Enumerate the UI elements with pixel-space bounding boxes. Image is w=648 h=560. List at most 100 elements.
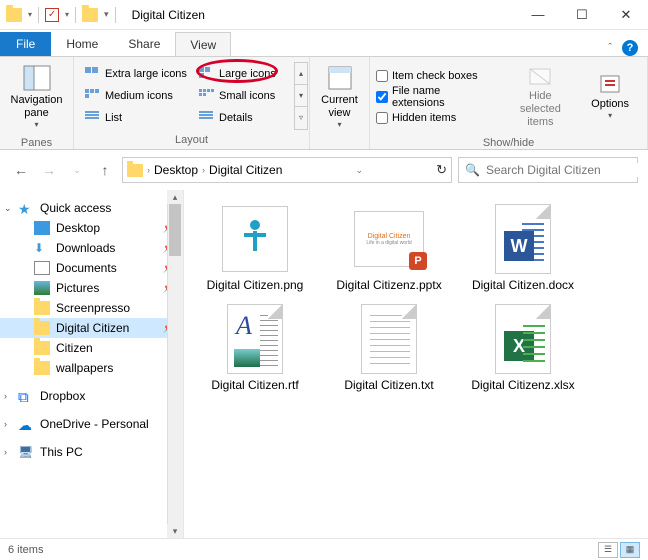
address-dropdown-icon[interactable]: ⌄ <box>355 165 363 176</box>
file-item[interactable]: X Digital Citizenz.xlsx <box>458 300 588 396</box>
check-file-extensions[interactable]: File name extensions <box>376 85 495 109</box>
nav-up-button[interactable]: ↑ <box>94 159 116 181</box>
nav-forward-button[interactable]: → <box>38 159 60 181</box>
options-button[interactable]: Options ▾ <box>579 61 641 133</box>
check-item-checkboxes[interactable]: Item check boxes <box>376 70 495 82</box>
sidebar-item-onedrive[interactable]: ›☁OneDrive - Personal <box>0 414 183 434</box>
search-box[interactable]: 🔍 <box>458 157 638 183</box>
hide-selected-button[interactable]: Hide selected items <box>509 61 571 133</box>
sidebar-item-digital-citizen[interactable]: Digital Citizen📌 <box>0 318 183 338</box>
address-folder-icon <box>127 164 143 177</box>
group-layout-label: Layout <box>74 134 309 149</box>
navigation-pane-icon <box>23 65 51 91</box>
qat-properties-icon[interactable]: ✓ <box>45 8 59 22</box>
status-item-count: 6 items <box>8 544 43 556</box>
qat-customize-icon[interactable]: ▾ <box>104 9 109 20</box>
file-thumb-docx: W <box>488 204 558 274</box>
chevron-icon[interactable]: › <box>147 165 150 175</box>
file-item[interactable]: Digital Citizen.png <box>190 200 320 296</box>
navigation-pane-label: Navigation pane <box>6 94 67 120</box>
layout-extra-large-icons[interactable]: Extra large icons <box>82 66 194 82</box>
spacer <box>0 434 183 442</box>
maximize-button[interactable]: ☐ <box>560 0 604 30</box>
search-icon: 🔍 <box>465 163 480 177</box>
address-bar[interactable]: › Desktop › Digital Citizen ⌄ ↻ <box>122 157 452 183</box>
options-icon <box>598 73 622 95</box>
separator <box>115 7 116 23</box>
window-controls: — ☐ ✕ <box>516 0 648 30</box>
sidebar-scrollbar[interactable]: ▴ ▾ <box>167 190 183 538</box>
refresh-button[interactable]: ↻ <box>436 162 447 178</box>
spacer <box>0 406 183 414</box>
app-icon <box>6 8 22 22</box>
qat-dropdown-icon[interactable]: ▾ <box>65 10 69 19</box>
view-details-button[interactable]: ☰ <box>598 542 618 558</box>
search-input[interactable] <box>486 163 641 177</box>
group-currentview-spacer <box>310 137 369 152</box>
file-item[interactable]: Digital Citizen.txt <box>324 300 454 396</box>
separator <box>38 7 39 23</box>
spacer <box>0 378 183 386</box>
file-list[interactable]: Digital Citizen.png Digital CitizenLife … <box>184 190 648 538</box>
layout-scroll[interactable]: ▴▾▿ <box>294 62 308 130</box>
minimize-button[interactable]: — <box>516 0 560 30</box>
file-thumb-pptx: Digital CitizenLife in a digital worldP <box>354 204 424 274</box>
showhide-checkboxes: Item check boxes File name extensions Hi… <box>376 70 501 124</box>
file-item[interactable]: A Digital Citizen.rtf <box>190 300 320 396</box>
sidebar-item-wallpapers[interactable]: wallpapers <box>0 358 183 378</box>
file-name: Digital Citizenz.pptx <box>336 278 441 292</box>
scroll-thumb[interactable] <box>169 204 181 256</box>
quick-access-toolbar: ▾ ✓ ▾ ▾ <box>0 7 109 23</box>
layout-small-icons[interactable]: Small icons <box>196 88 292 104</box>
file-thumb-xlsx: X <box>488 304 558 374</box>
sidebar-item-citizen[interactable]: Citizen <box>0 338 183 358</box>
status-bar: 6 items ☰ ▦ <box>0 538 648 560</box>
tab-share[interactable]: Share <box>113 32 175 56</box>
nav-back-button[interactable]: ← <box>10 159 32 181</box>
close-button[interactable]: ✕ <box>604 0 648 30</box>
tab-home[interactable]: Home <box>51 32 113 56</box>
file-name: Digital Citizen.txt <box>344 378 433 392</box>
file-name: Digital Citizen.png <box>207 278 304 292</box>
file-name: Digital Citizenz.xlsx <box>471 378 574 392</box>
sidebar-item-downloads[interactable]: ⬇Downloads📌 <box>0 238 183 258</box>
sidebar-item-quick-access[interactable]: ⌄★Quick access <box>0 198 183 218</box>
sidebar-item-dropbox[interactable]: ›⧉Dropbox <box>0 386 183 406</box>
sidebar-item-screenpresso[interactable]: Screenpresso <box>0 298 183 318</box>
check-hidden-items[interactable]: Hidden items <box>376 112 495 124</box>
layout-list[interactable]: List <box>82 110 194 126</box>
tab-file[interactable]: File <box>0 32 51 56</box>
file-item[interactable]: Digital CitizenLife in a digital worldP … <box>324 200 454 296</box>
navigation-pane-button[interactable]: Navigation pane ▾ <box>6 61 67 133</box>
scroll-down-icon[interactable]: ▾ <box>167 524 183 538</box>
current-view-icon <box>327 65 353 91</box>
qat-dropdown-icon[interactable]: ▾ <box>28 10 32 19</box>
body: ⌄★Quick access Desktop📌 ⬇Downloads📌 Docu… <box>0 190 648 538</box>
breadcrumb-desktop[interactable]: Desktop <box>154 163 198 177</box>
layout-details[interactable]: Details <box>196 110 292 126</box>
chevron-icon[interactable]: › <box>202 165 205 175</box>
qat-newfolder-icon[interactable] <box>82 8 98 22</box>
title-bar: ▾ ✓ ▾ ▾ Digital Citizen — ☐ ✕ <box>0 0 648 30</box>
layout-medium-icons[interactable]: Medium icons <box>82 88 194 104</box>
tab-view[interactable]: View <box>175 32 231 56</box>
window-title: Digital Citizen <box>132 8 205 22</box>
sidebar-item-desktop[interactable]: Desktop📌 <box>0 218 183 238</box>
sidebar-item-documents[interactable]: Documents📌 <box>0 258 183 278</box>
help-icon[interactable]: ? <box>622 40 638 56</box>
sidebar-item-this-pc[interactable]: ›🖥This PC <box>0 442 183 462</box>
hide-selected-icon <box>528 65 552 87</box>
group-showhide-label: Show/hide <box>370 137 647 152</box>
current-view-button[interactable]: Current view ▾ <box>316 61 363 133</box>
scroll-up-icon[interactable]: ▴ <box>167 190 183 204</box>
minimize-ribbon-icon[interactable]: ˆ <box>608 42 612 54</box>
view-large-icons-button[interactable]: ▦ <box>620 542 640 558</box>
current-view-label: Current view <box>316 94 363 120</box>
breadcrumb-digital-citizen[interactable]: Digital Citizen <box>209 163 282 177</box>
word-icon: W <box>504 231 534 261</box>
navigation-sidebar: ⌄★Quick access Desktop📌 ⬇Downloads📌 Docu… <box>0 190 184 538</box>
sidebar-item-pictures[interactable]: Pictures📌 <box>0 278 183 298</box>
file-item[interactable]: W Digital Citizen.docx <box>458 200 588 296</box>
nav-recent-dropdown[interactable]: ⌄ <box>66 159 88 181</box>
layout-large-icons[interactable]: Large icons <box>196 66 292 82</box>
